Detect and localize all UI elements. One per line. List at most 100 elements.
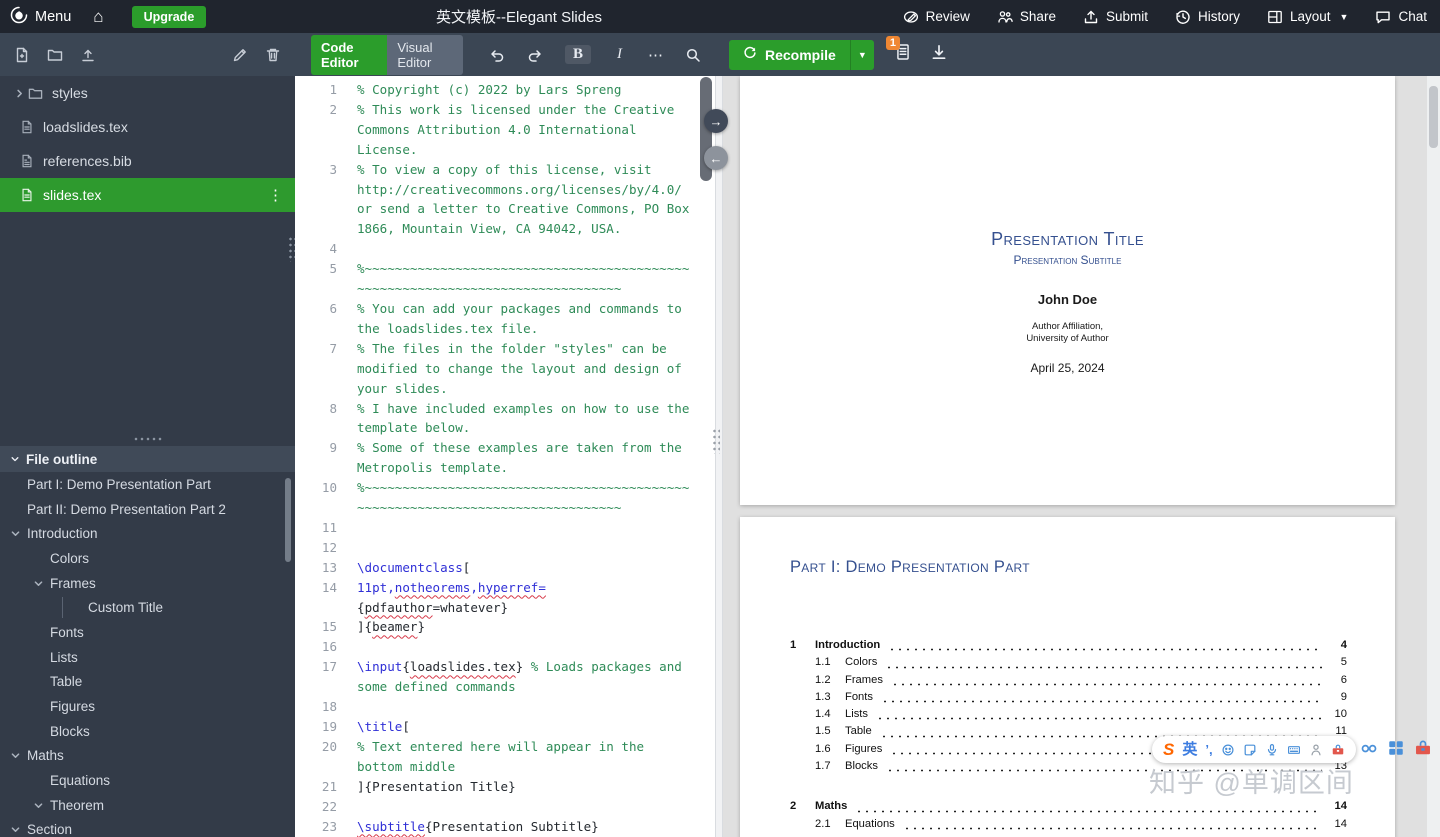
- code-line[interactable]: 20 % Text entered here will appear in the…: [295, 737, 715, 777]
- outline-item[interactable]: Part I: Demo Presentation Part: [0, 472, 295, 497]
- outline-item[interactable]: Theorem: [0, 793, 295, 818]
- outline-item[interactable]: Maths: [0, 744, 295, 769]
- header-action-layout[interactable]: Layout ▼: [1267, 9, 1348, 25]
- toolbox-alt-icon[interactable]: [1414, 739, 1432, 757]
- header-action-history[interactable]: History: [1175, 9, 1240, 25]
- header-action-submit[interactable]: Submit: [1083, 9, 1148, 25]
- bold-icon[interactable]: B: [564, 45, 591, 64]
- file-tree-item[interactable]: references.bib: [0, 144, 295, 178]
- rename-pencil-icon[interactable]: [232, 47, 248, 63]
- sticker-icon[interactable]: [1243, 743, 1257, 757]
- code-line[interactable]: 17 \input{loadslides.tex} % Loads package…: [295, 657, 715, 697]
- outline-item[interactable]: Frames: [0, 571, 295, 596]
- outline-item[interactable]: Table: [0, 670, 295, 695]
- file-tree-item[interactable]: slides.tex ⋮: [0, 178, 295, 212]
- outline-item[interactable]: Colors: [0, 546, 295, 571]
- search-icon[interactable]: [685, 47, 701, 63]
- delete-trash-icon[interactable]: [265, 47, 281, 63]
- pdf-page-1[interactable]: Presentation Title Presentation Subtitle…: [740, 76, 1395, 505]
- code-line[interactable]: 2 % This work is licensed under the Creat…: [295, 100, 715, 160]
- emoji-icon[interactable]: [1221, 743, 1235, 757]
- outline-item[interactable]: Custom Title: [0, 595, 295, 620]
- code-line[interactable]: 1 % Copyright (c) 2022 by Lars Spreng: [295, 80, 715, 100]
- mic-icon[interactable]: [1265, 743, 1279, 757]
- upgrade-button[interactable]: Upgrade: [131, 5, 207, 28]
- code-line[interactable]: 12: [295, 538, 715, 558]
- menu-button[interactable]: Menu: [10, 6, 71, 28]
- code-line[interactable]: 18: [295, 697, 715, 717]
- logs-button[interactable]: 1: [885, 36, 912, 66]
- chevron-down-icon[interactable]: [33, 800, 44, 811]
- code-line[interactable]: 10 %~~~~~~~~~~~~~~~~~~~~~~~~~~~~~~~~~~~~~…: [295, 478, 715, 518]
- code-line[interactable]: 23 \subtitle{Presentation Subtitle}: [295, 817, 715, 837]
- code-line[interactable]: 6 % You can add your packages and command…: [295, 299, 715, 339]
- undo-icon[interactable]: [489, 47, 505, 63]
- code-line[interactable]: 4: [295, 239, 715, 259]
- redo-icon[interactable]: [527, 47, 543, 63]
- code-line[interactable]: 22: [295, 797, 715, 817]
- home-button[interactable]: ⌂: [93, 8, 103, 25]
- file-tree-item[interactable]: styles: [0, 76, 295, 110]
- divider-grip[interactable]: [712, 428, 720, 454]
- expand-editor-button[interactable]: ←: [704, 146, 728, 170]
- chevron-down-icon[interactable]: [10, 528, 21, 539]
- outline-item[interactable]: Equations: [0, 768, 295, 793]
- code-line[interactable]: 11: [295, 518, 715, 538]
- italic-icon[interactable]: I: [613, 45, 626, 64]
- code-line[interactable]: 9 % Some of these examples are taken from…: [295, 438, 715, 478]
- pdf-scrollbar-thumb[interactable]: [1429, 86, 1438, 148]
- upload-icon[interactable]: [80, 47, 96, 63]
- toc-number: 1.6: [815, 742, 831, 755]
- file-outline-header[interactable]: File outline: [0, 446, 295, 472]
- app-grid-icon[interactable]: [1387, 739, 1405, 757]
- outline-item[interactable]: Fonts: [0, 620, 295, 645]
- header-action-review[interactable]: Review: [903, 9, 970, 25]
- outline-scrollbar[interactable]: [285, 478, 291, 562]
- header-action-chat[interactable]: Chat: [1375, 9, 1427, 25]
- outline-item[interactable]: Section: [0, 818, 295, 837]
- expand-pdf-button[interactable]: →: [704, 109, 728, 133]
- visual-editor-tab[interactable]: Visual Editor: [387, 34, 463, 75]
- outline-item[interactable]: Lists: [0, 645, 295, 670]
- chevron-down-icon[interactable]: [33, 578, 44, 589]
- outline-item[interactable]: Introduction: [0, 521, 295, 546]
- sogou-logo-icon[interactable]: S: [1163, 741, 1174, 758]
- project-title[interactable]: 英文模板--Elegant Slides: [436, 6, 602, 27]
- code-line[interactable]: 3 % To view a copy of this license, visit…: [295, 160, 715, 240]
- code-line[interactable]: 15]{beamer}: [295, 617, 715, 637]
- recompile-button[interactable]: Recompile: [729, 39, 850, 70]
- outline-resize-handle[interactable]: [0, 433, 295, 445]
- outline-item[interactable]: Part II: Demo Presentation Part 2: [0, 497, 295, 522]
- code-line[interactable]: 16: [295, 637, 715, 657]
- header-action-share[interactable]: Share: [997, 9, 1056, 25]
- outline-item[interactable]: Blocks: [0, 719, 295, 744]
- file-name: slides.tex: [43, 187, 102, 203]
- more-options-icon[interactable]: ⋯: [648, 46, 663, 64]
- toolbox-icon[interactable]: [1331, 743, 1345, 757]
- chevron-down-icon[interactable]: [10, 750, 21, 761]
- code-line[interactable]: 8 % I have included examples on how to us…: [295, 399, 715, 439]
- outline-item[interactable]: Figures: [0, 694, 295, 719]
- glasses-icon[interactable]: [1360, 739, 1378, 757]
- chevron-right-icon[interactable]: [14, 88, 28, 99]
- code-line[interactable]: 5 %~~~~~~~~~~~~~~~~~~~~~~~~~~~~~~~~~~~~~~…: [295, 259, 715, 299]
- code-line[interactable]: 21]{Presentation Title}: [295, 777, 715, 797]
- file-menu-kebab-icon[interactable]: ⋮: [268, 186, 283, 204]
- pdf-scrollbar-track[interactable]: [1427, 76, 1440, 837]
- code-line[interactable]: 7 % The files in the folder "styles" can …: [295, 339, 715, 399]
- download-pdf-icon[interactable]: [930, 43, 948, 66]
- code-line[interactable]: 14 11pt,notheorems,hyperref= {pdfauthor=w…: [295, 578, 715, 618]
- file-tree-item[interactable]: loadslides.tex: [0, 110, 295, 144]
- handwriting-icon[interactable]: [1309, 743, 1323, 757]
- keyboard-icon[interactable]: [1287, 743, 1301, 757]
- pane-divider[interactable]: [715, 76, 723, 837]
- ime-punctuation-mode[interactable]: ’,: [1205, 743, 1212, 756]
- chevron-down-icon[interactable]: [10, 824, 21, 835]
- ime-language-mode[interactable]: 英: [1182, 742, 1197, 757]
- new-folder-icon[interactable]: [47, 47, 63, 63]
- code-line[interactable]: 19 \title[: [295, 717, 715, 737]
- new-file-icon[interactable]: [14, 47, 30, 63]
- code-editor-tab[interactable]: Code Editor: [311, 34, 388, 75]
- recompile-options-caret[interactable]: ▼: [849, 39, 874, 70]
- code-line[interactable]: 13 \documentclass[: [295, 558, 715, 578]
